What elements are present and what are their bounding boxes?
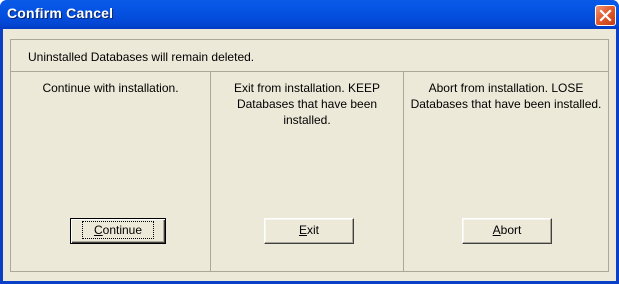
info-message: Uninstalled Databases will remain delete… <box>28 50 255 64</box>
abort-button-label: Abort <box>492 223 522 237</box>
exit-button[interactable]: Exit <box>264 218 354 244</box>
option-continue: Continue with installation. Continue <box>11 72 211 271</box>
title-bar[interactable]: Confirm Cancel <box>0 0 619 29</box>
option-abort: Abort from installation. LOSE Databases … <box>404 72 608 271</box>
close-x-icon <box>599 9 612 22</box>
window-title: Confirm Cancel <box>7 5 114 21</box>
options-panel: Uninstalled Databases will remain delete… <box>10 39 609 272</box>
continue-description: Continue with installation. <box>42 81 179 95</box>
exit-button-label: Exit <box>298 223 319 237</box>
abort-description: Abort from installation. LOSE Databases … <box>410 81 602 111</box>
abort-button[interactable]: Abort <box>462 218 552 244</box>
close-button[interactable] <box>595 5 616 26</box>
continue-button-label: Continue <box>81 221 155 239</box>
exit-description: Exit from installation. KEEP Databases t… <box>233 81 381 127</box>
dialog-client-area: Uninstalled Databases will remain delete… <box>3 29 616 281</box>
dialog-window: Confirm Cancel Uninstalled Databases wil… <box>0 0 619 284</box>
option-exit: Exit from installation. KEEP Databases t… <box>211 72 404 271</box>
continue-button[interactable]: Continue <box>70 218 166 244</box>
